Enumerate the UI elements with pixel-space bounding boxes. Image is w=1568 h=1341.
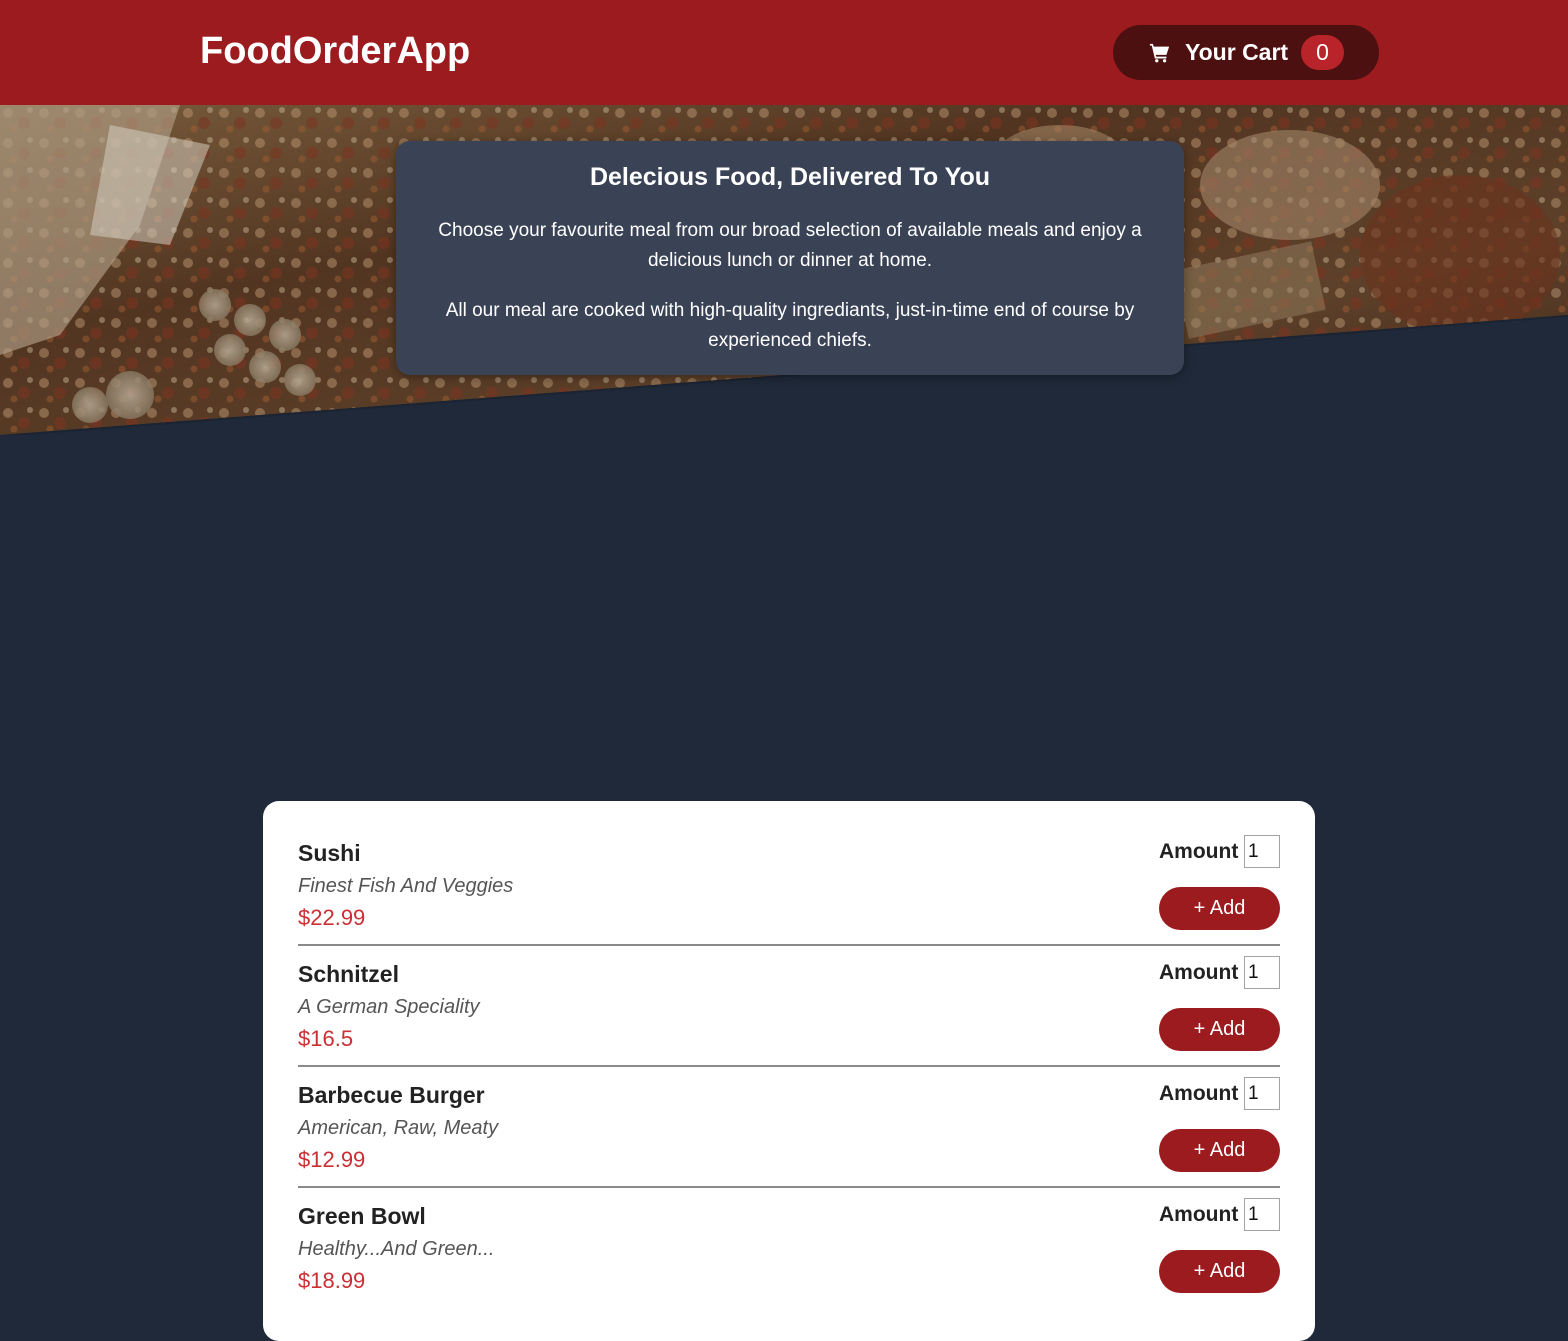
app-title: FoodOrderApp <box>200 30 471 72</box>
meal-name: Green Bowl <box>298 1203 426 1229</box>
amount-label: Amount <box>1159 840 1239 863</box>
amount-label: Amount <box>1159 1082 1239 1105</box>
meals-list-card: Sushi Finest Fish And Veggies $22.99 Amo… <box>263 801 1315 1341</box>
summary-card: Delecious Food, Delivered To You Choose … <box>396 141 1184 375</box>
add-button[interactable]: + Add <box>1159 1250 1280 1293</box>
amount-input[interactable] <box>1244 835 1280 868</box>
summary-paragraph-1: Choose your favourite meal from our broa… <box>438 220 1142 271</box>
meal-description: A German Speciality <box>298 996 480 1018</box>
amount-input[interactable] <box>1244 1198 1280 1231</box>
meal-description: Finest Fish And Veggies <box>298 875 514 897</box>
amount-input[interactable] <box>1244 956 1280 989</box>
meal-description: Healthy...And Green... <box>298 1238 495 1260</box>
meal-item: Green Bowl Healthy...And Green... $18.99… <box>298 1164 1280 1293</box>
meal-description: American, Raw, Meaty <box>298 1117 499 1139</box>
shopping-cart-icon <box>1149 43 1170 63</box>
summary-paragraph-2: All our meal are cooked with high-qualit… <box>445 300 1135 351</box>
amount-label: Amount <box>1159 961 1239 984</box>
cart-label: Your Cart <box>1185 39 1289 65</box>
amount-label: Amount <box>1159 1203 1239 1226</box>
meal-name: Schnitzel <box>298 961 399 987</box>
amount-input[interactable] <box>1244 1077 1280 1110</box>
meal-name: Barbecue Burger <box>298 1082 485 1108</box>
cart-button[interactable]: Your Cart 0 <box>1113 25 1379 80</box>
meal-item: Sushi Finest Fish And Veggies $22.99 Amo… <box>298 801 1280 946</box>
summary-title: Delecious Food, Delivered To You <box>589 163 991 191</box>
meal-name: Sushi <box>298 840 361 866</box>
meal-item: Barbecue Burger American, Raw, Meaty $12… <box>298 1043 1280 1188</box>
meal-item: Schnitzel A German Speciality $16.5 Amou… <box>298 922 1280 1067</box>
meal-price: $18.99 <box>298 1268 366 1293</box>
cart-count-badge: 0 <box>1301 35 1344 70</box>
app-header: FoodOrderApp Your Cart 0 <box>0 0 1568 105</box>
